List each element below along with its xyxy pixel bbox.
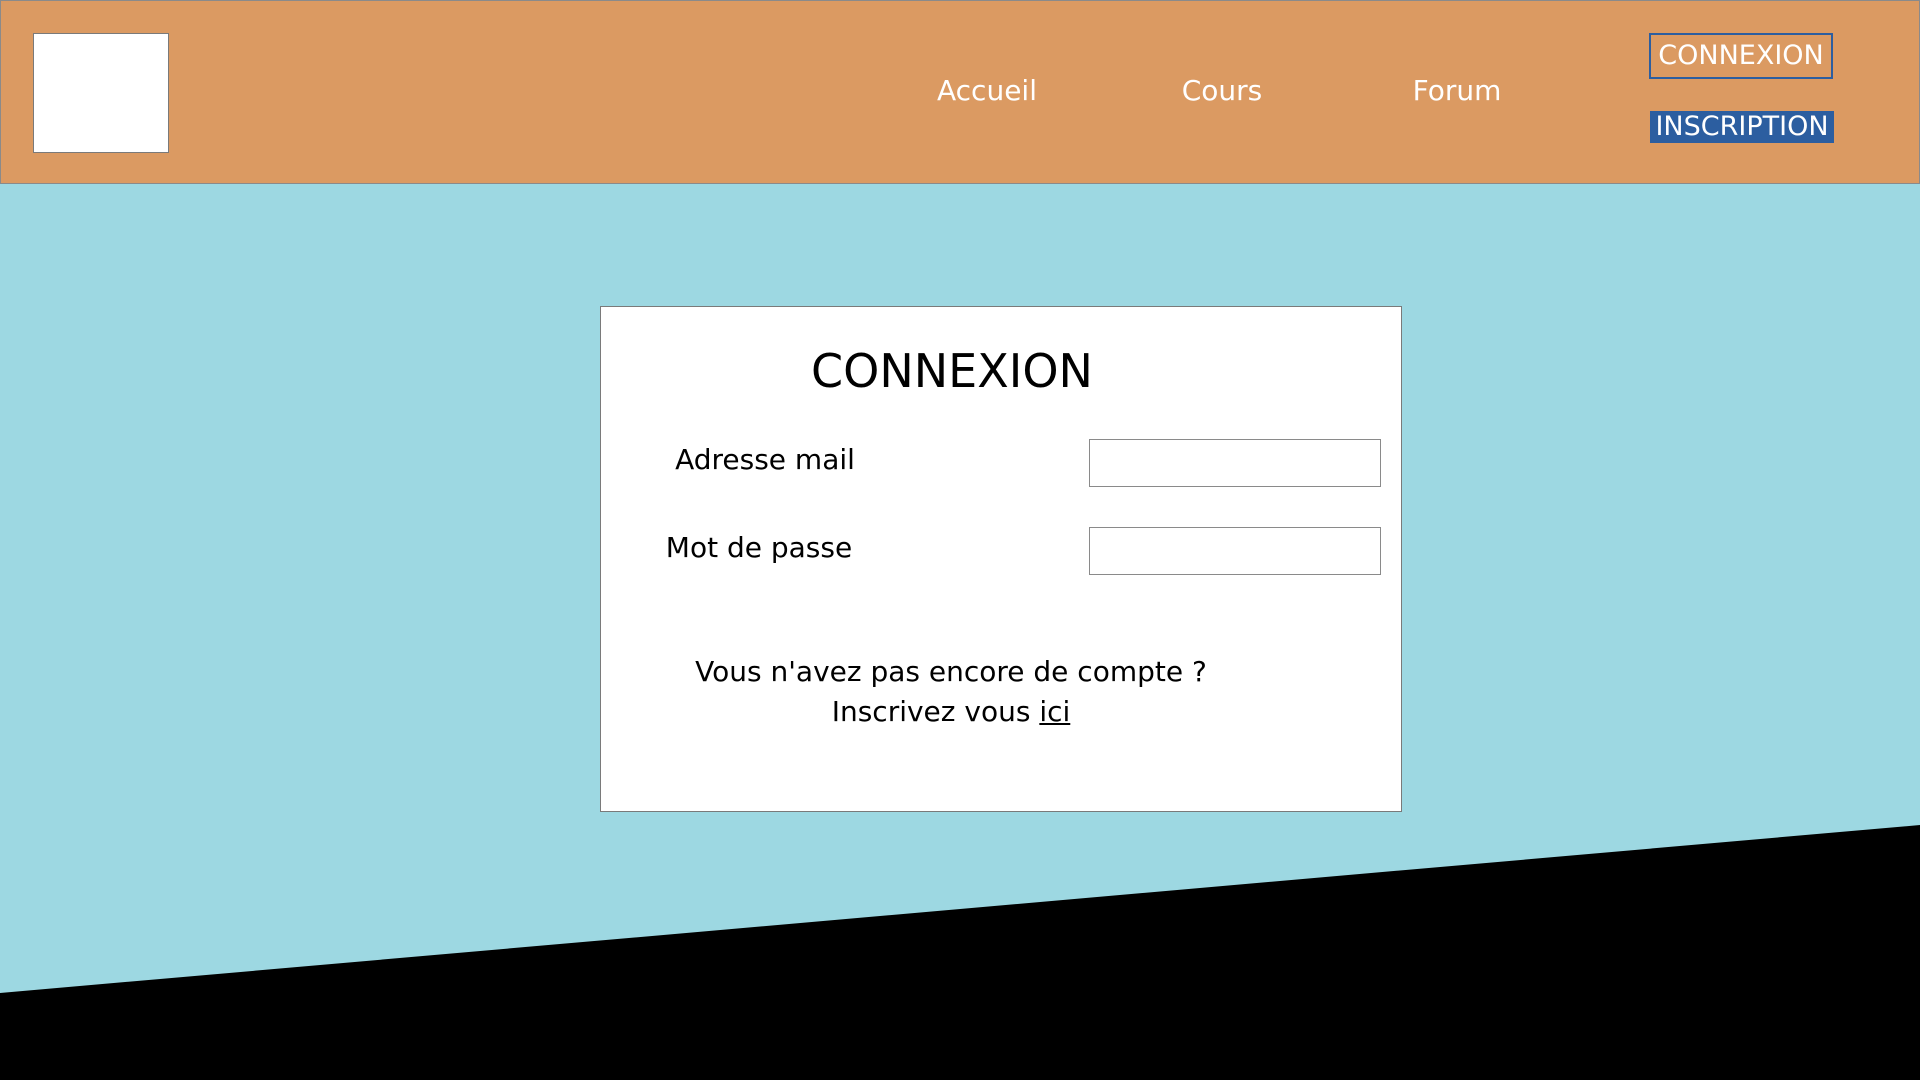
site-header: Accueil Cours Forum CONNEXION INSCRIPTIO… <box>0 0 1920 184</box>
password-label: Mot de passe <box>665 531 853 564</box>
password-input[interactable] <box>1089 527 1381 575</box>
header-connexion-button[interactable]: CONNEXION <box>1649 33 1833 79</box>
nav-cours-link[interactable]: Cours <box>1161 71 1283 111</box>
nav-forum-link[interactable]: Forum <box>1397 71 1517 111</box>
signup-link[interactable]: ici <box>1039 695 1070 728</box>
login-title: CONNEXION <box>811 344 1093 398</box>
header-inscription-button[interactable]: INSCRIPTION <box>1650 111 1834 143</box>
no-account-text: Vous n'avez pas encore de compte ? <box>695 655 1207 688</box>
signup-prompt: Inscrivez vous ici <box>600 692 1302 732</box>
email-input[interactable] <box>1089 439 1381 487</box>
email-label: Adresse mail <box>675 443 855 476</box>
nav-accueil-link[interactable]: Accueil <box>921 71 1053 111</box>
logo-placeholder[interactable] <box>33 33 169 153</box>
signup-prefix-text: Inscrivez vous <box>831 695 1031 728</box>
